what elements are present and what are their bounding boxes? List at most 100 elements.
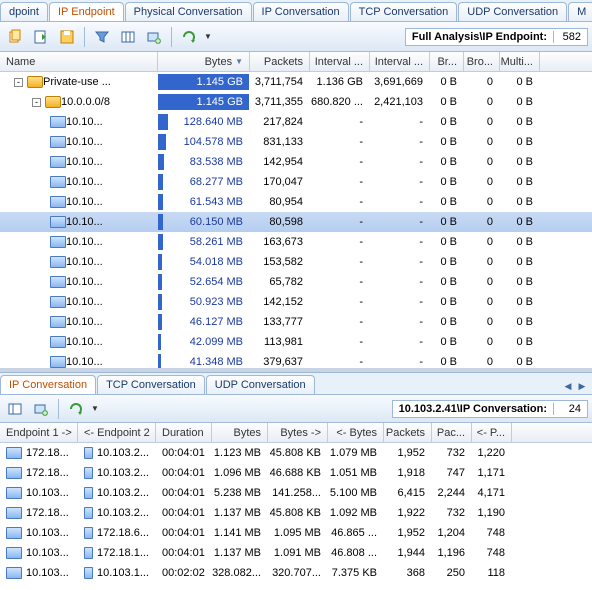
table-row[interactable]: 10.10...60.150 MB80,598--0 B00 B [0, 212, 592, 232]
tab-partial-right[interactable]: M [568, 2, 592, 21]
folder-icon [45, 96, 61, 108]
add-button[interactable] [30, 398, 52, 420]
column-header[interactable]: <- P... [472, 423, 512, 442]
po-cell: 2,244 [432, 483, 472, 503]
column-header[interactable]: Endpoint 1 -> [0, 423, 78, 442]
table-row[interactable]: - Private-use ...1.145 GB3,711,7541.136 … [0, 72, 592, 92]
column-header[interactable]: Bytes -> [268, 423, 328, 442]
host-icon [50, 256, 66, 268]
top-grid-body[interactable]: - Private-use ...1.145 GB3,711,7541.136 … [0, 72, 592, 368]
host-icon [50, 276, 66, 288]
table-row[interactable]: 10.10...61.543 MB80,954--0 B00 B [0, 192, 592, 212]
columns-button[interactable] [117, 26, 139, 48]
table-row[interactable]: 10.103...172.18.6...00:04:011.141 MB1.09… [0, 523, 592, 543]
bottom-toolbar: ▼ 10.103.2.41\IP Conversation: 24 [0, 395, 592, 423]
table-row[interactable]: 10.10...128.640 MB217,824--0 B00 B [0, 112, 592, 132]
name-cell: 10.10... [0, 232, 158, 252]
br-cell: 0 B [430, 152, 464, 172]
tab-scroll-right-icon[interactable]: ▶ [576, 380, 588, 392]
table-row[interactable]: 10.10...83.538 MB142,954--0 B00 B [0, 152, 592, 172]
save-button[interactable] [56, 26, 78, 48]
top-tabstrip: dpoint IP EndpointPhysical ConversationI… [0, 0, 592, 22]
packets-cell: 80,598 [250, 212, 310, 232]
tab-tcp-conversation[interactable]: TCP Conversation [97, 375, 205, 394]
table-row[interactable]: 10.10...41.348 MB379,637--0 B00 B [0, 352, 592, 368]
dur-cell: 00:02:02 [156, 563, 212, 583]
table-row[interactable]: 172.18...10.103.2...00:04:011.096 MB46.6… [0, 463, 592, 483]
br-cell: 0 B [430, 212, 464, 232]
tab-scroll-left-icon[interactable]: ◀ [562, 380, 574, 392]
column-name[interactable]: Name [0, 52, 158, 71]
table-row[interactable]: 10.10...42.099 MB113,981--0 B00 B [0, 332, 592, 352]
tab-ip-conversation[interactable]: IP Conversation [0, 375, 96, 394]
column-header[interactable]: Duration [156, 423, 212, 442]
column-packets[interactable]: Packets [250, 52, 310, 71]
column-br-[interactable]: Br... [430, 52, 464, 71]
table-row[interactable]: 10.10...46.127 MB133,777--0 B00 B [0, 312, 592, 332]
node-name: 10.10... [66, 296, 103, 308]
tab-partial-left[interactable]: dpoint [0, 2, 48, 21]
table-row[interactable]: 10.10...68.277 MB170,047--0 B00 B [0, 172, 592, 192]
table-row[interactable]: 10.10...104.578 MB831,133--0 B00 B [0, 132, 592, 152]
add-button[interactable] [143, 26, 165, 48]
tab-ip-conversation[interactable]: IP Conversation [253, 2, 349, 21]
multi-cell: 0 B [500, 292, 540, 312]
bottom-grid-body[interactable]: 172.18...10.103.2...00:04:011.123 MB45.8… [0, 443, 592, 583]
host-icon [84, 487, 93, 499]
bro-cell: 0 [464, 72, 500, 92]
column-interval-[interactable]: Interval ... [370, 52, 430, 71]
refresh-dropdown-icon[interactable]: ▼ [204, 32, 212, 41]
tab-tcp-conversation[interactable]: TCP Conversation [350, 2, 458, 21]
bro-cell: 0 [464, 232, 500, 252]
e2-cell: 10.103.2... [78, 503, 156, 523]
column-header[interactable]: Bytes [212, 423, 268, 442]
int2-cell: - [370, 172, 430, 192]
table-row[interactable]: 10.10...52.654 MB65,782--0 B00 B [0, 272, 592, 292]
copy-button[interactable] [4, 26, 26, 48]
column-header[interactable]: <- Bytes [328, 423, 384, 442]
column-header[interactable]: Packets [384, 423, 432, 442]
po-cell: 732 [432, 443, 472, 463]
refresh-dropdown-icon[interactable]: ▼ [91, 404, 99, 413]
host-icon [84, 507, 93, 519]
node-name: 10.10... [66, 236, 103, 248]
column-bytes[interactable]: Bytes▼ [158, 52, 250, 71]
multi-cell: 0 B [500, 132, 540, 152]
columns-button[interactable] [4, 398, 26, 420]
host-icon [84, 567, 93, 579]
bro-cell: 0 [464, 112, 500, 132]
filter-button[interactable] [91, 26, 113, 48]
refresh-button[interactable] [178, 26, 200, 48]
e1-cell: 10.103... [0, 543, 78, 563]
expand-toggle[interactable]: - [32, 98, 41, 107]
table-row[interactable]: 10.103...172.18.1...00:04:011.137 MB1.09… [0, 543, 592, 563]
br-cell: 0 B [430, 132, 464, 152]
expand-toggle[interactable]: - [14, 78, 23, 87]
column-multi-[interactable]: Multi... [500, 52, 540, 71]
bro-cell: 0 [464, 212, 500, 232]
tab-physical-conversation[interactable]: Physical Conversation [125, 2, 252, 21]
column-interval-[interactable]: Interval ... [310, 52, 370, 71]
table-row[interactable]: 10.10...50.923 MB142,152--0 B00 B [0, 292, 592, 312]
table-row[interactable]: 10.103...10.103.2...00:04:015.238 MB141.… [0, 483, 592, 503]
column-bro-[interactable]: Bro... [464, 52, 500, 71]
table-row[interactable]: 172.18...10.103.2...00:04:011.137 MB45.8… [0, 503, 592, 523]
table-row[interactable]: - 10.0.0.0/81.145 GB3,711,355680.820 ...… [0, 92, 592, 112]
node-name: 10.0.0.0/8 [61, 96, 110, 108]
table-row[interactable]: 10.103...10.103.1...00:02:02328.082...32… [0, 563, 592, 583]
table-row[interactable]: 10.10...54.018 MB153,582--0 B00 B [0, 252, 592, 272]
int2-cell: - [370, 112, 430, 132]
tab-udp-conversation[interactable]: UDP Conversation [206, 375, 315, 394]
bout-cell: 45.808 KB [268, 503, 328, 523]
column-header[interactable]: Pac... [432, 423, 472, 442]
tab-ip-endpoint[interactable]: IP Endpoint [49, 2, 124, 21]
pi-cell: 118 [472, 563, 512, 583]
tab-udp-conversation[interactable]: UDP Conversation [458, 2, 567, 21]
refresh-button[interactable] [65, 398, 87, 420]
export-button[interactable] [30, 26, 52, 48]
table-row[interactable]: 10.10...58.261 MB163,673--0 B00 B [0, 232, 592, 252]
int1-cell: - [310, 292, 370, 312]
column-header[interactable]: <- Endpoint 2 [78, 423, 156, 442]
table-row[interactable]: 172.18...10.103.2...00:04:011.123 MB45.8… [0, 443, 592, 463]
name-cell: 10.10... [0, 272, 158, 292]
